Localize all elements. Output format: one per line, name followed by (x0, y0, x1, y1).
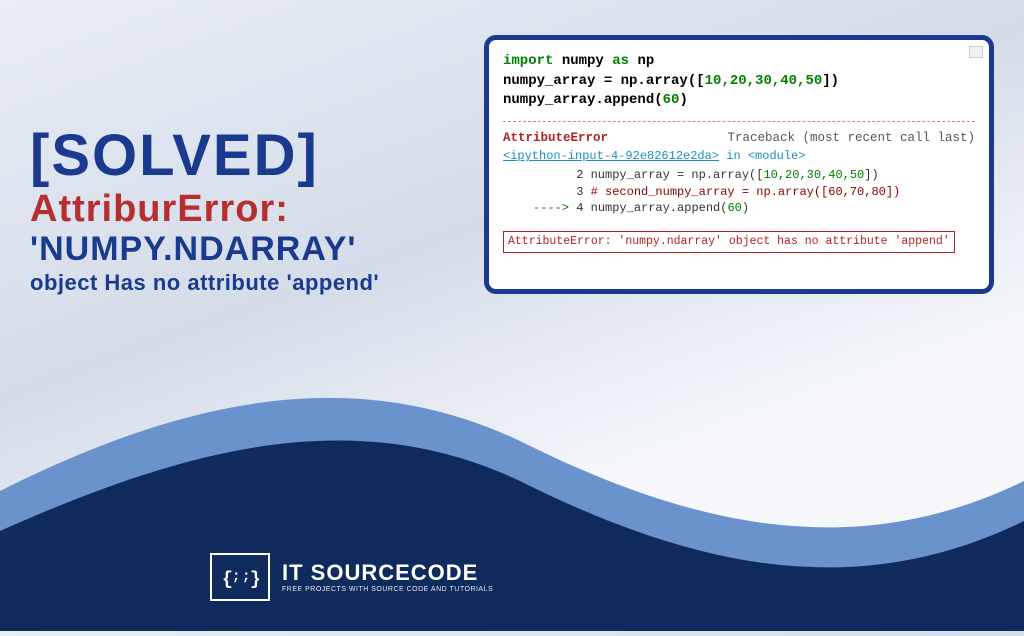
title-error: AttriburError: (30, 190, 464, 228)
traceback-line-2: 2 numpy_array = np.array([10,20,30,40,50… (503, 167, 975, 184)
code-text: numpy_array.append( (503, 92, 663, 108)
code-text: np (629, 53, 654, 69)
logo-subtitle: FREE PROJECTS WITH SOURCE CODE AND TUTOR… (282, 586, 493, 593)
in-module: in <module> (719, 149, 805, 163)
logo-text: IT SOURCECODE FREE PROJECTS WITH SOURCE … (282, 562, 493, 593)
traceback-line-4: ----> 4 numpy_array.append(60) (503, 200, 975, 217)
keyword-as: as (612, 53, 629, 69)
code-line-3: numpy_array.append(60) (503, 91, 975, 111)
traceback-label: Traceback (most recent call last) (727, 130, 975, 148)
code-line-2: numpy_array = np.array([10,20,30,40,50]) (503, 72, 975, 92)
svg-text:}: } (250, 570, 260, 590)
code-line-1: import numpy as np (503, 52, 975, 72)
error-name: AttributeError (503, 130, 608, 148)
wave-background (0, 351, 1024, 631)
divider (503, 121, 975, 122)
traceback-line-3: 3 # second_numpy_array = np.array([60,70… (503, 184, 975, 201)
code-input: import numpy as np numpy_array = np.arra… (503, 52, 975, 111)
ipython-link: <ipython-input-4-92e82612e2da> (503, 149, 719, 163)
svg-text:;: ; (232, 569, 240, 585)
logo: { ; ; } IT SOURCECODE FREE PROJECTS WITH… (210, 553, 493, 601)
traceback-output: AttributeError Traceback (most recent ca… (503, 130, 975, 254)
title-solved: [SOLVED] (30, 130, 464, 182)
code-number: 60 (663, 92, 680, 108)
traceback-header: AttributeError Traceback (most recent ca… (503, 130, 975, 148)
logo-icon: { ; ; } (210, 553, 270, 601)
title-block: [SOLVED] AttriburError: 'NUMPY.NDARRAY' … (30, 30, 464, 294)
keyword-import: import (503, 53, 553, 69)
code-text: numpy_array = np.array([ (503, 73, 705, 89)
corner-badge (969, 46, 983, 58)
traceback-source: <ipython-input-4-92e82612e2da> in <modul… (503, 147, 975, 167)
code-numbers: 10,20,30,40,50 (705, 73, 823, 89)
final-error-message: AttributeError: 'numpy.ndarray' object h… (503, 231, 955, 253)
title-subtitle: object Has no attribute 'append' (30, 272, 464, 294)
title-numpy: 'NUMPY.NDARRAY' (30, 232, 464, 266)
code-text: ]) (822, 73, 839, 89)
code-screenshot: import numpy as np numpy_array = np.arra… (484, 35, 994, 294)
logo-title: IT SOURCECODE (282, 562, 493, 584)
code-text: ) (679, 92, 687, 108)
code-text: numpy (553, 53, 612, 69)
